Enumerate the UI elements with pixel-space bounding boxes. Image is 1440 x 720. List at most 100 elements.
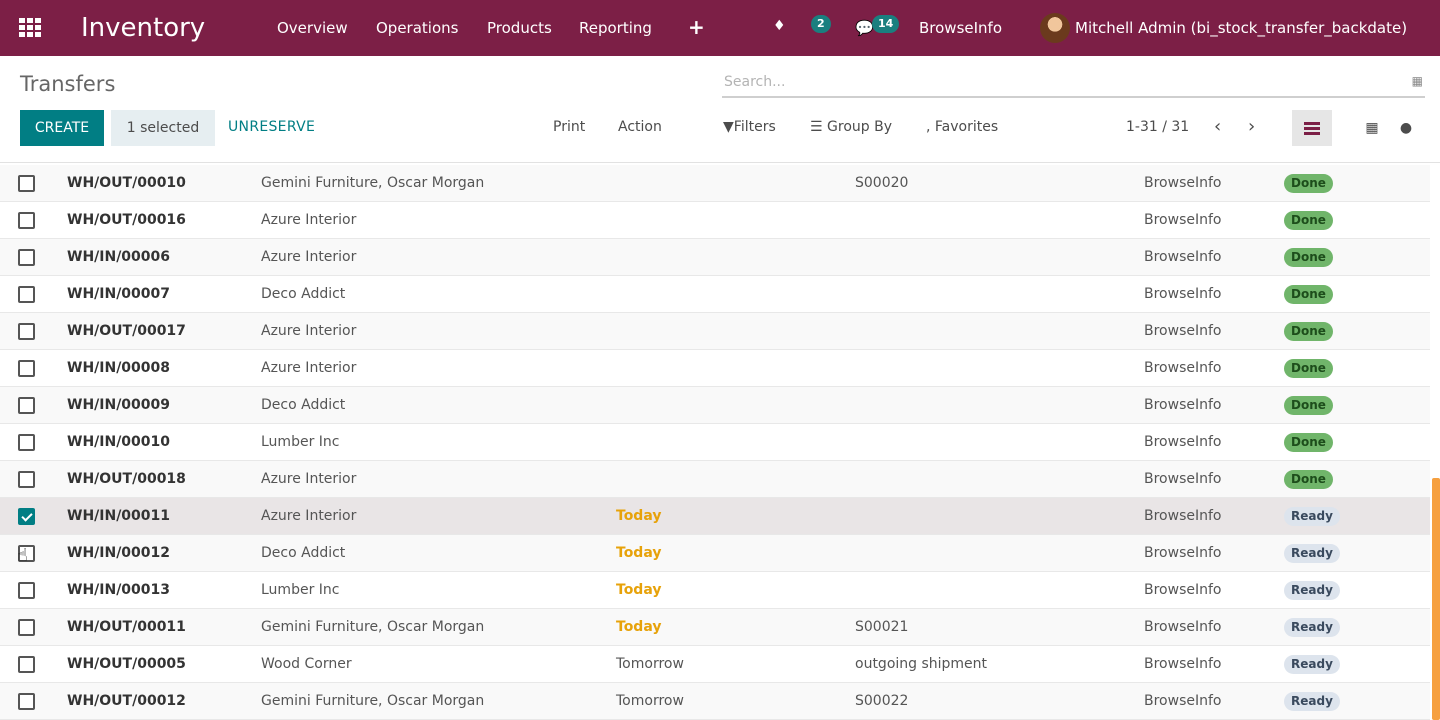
filters-dropdown[interactable]: ▼Filters	[723, 119, 776, 135]
table-row[interactable]: WH/IN/00006 Azure Interior BrowseInfo Done	[0, 239, 1430, 276]
row-checkbox[interactable]	[18, 286, 35, 303]
menu-reporting[interactable]: Reporting	[579, 19, 652, 37]
status-badge: Done	[1284, 359, 1333, 378]
table-row[interactable]: WH/IN/00008 Azure Interior BrowseInfo Done	[0, 350, 1430, 387]
reference-cell: WH/OUT/00016	[67, 212, 186, 228]
selection-counter: 1 selected	[111, 110, 215, 146]
table-row[interactable]: WH/OUT/00017 Azure Interior BrowseInfo Done	[0, 313, 1430, 350]
avatar[interactable]	[1040, 13, 1070, 43]
reference-cell: WH/OUT/00012	[67, 693, 186, 709]
status-badge: Ready	[1284, 692, 1340, 711]
calendar-icon: ▦	[1365, 120, 1379, 136]
contact-cell: Deco Addict	[261, 397, 346, 413]
app-menu-icon[interactable]	[19, 18, 41, 38]
menu-products[interactable]: Products	[487, 19, 552, 37]
search-options-icon[interactable]: ▦	[1412, 74, 1423, 88]
reference-cell: WH/IN/00010	[67, 434, 171, 450]
row-checkbox[interactable]	[18, 656, 35, 673]
status-badge: Done	[1284, 470, 1333, 489]
search-input[interactable]	[724, 72, 1364, 92]
row-checkbox[interactable]	[18, 360, 35, 377]
table-row[interactable]: WH/IN/00010 Lumber Inc BrowseInfo Done	[0, 424, 1430, 461]
mouse-cursor-icon: ☝	[17, 545, 28, 566]
unreserve-button[interactable]: UNRESERVE	[228, 119, 315, 135]
contact-cell: Lumber Inc	[261, 434, 340, 450]
contact-cell: Deco Addict	[261, 286, 346, 302]
activity-counter-badge[interactable]: 2	[811, 15, 831, 33]
contact-cell: Lumber Inc	[261, 582, 340, 598]
row-checkbox[interactable]	[18, 323, 35, 340]
table-row[interactable]: WH/OUT/00011 Gemini Furniture, Oscar Morg…	[0, 609, 1430, 646]
status-badge: Ready	[1284, 581, 1340, 600]
reference-cell: WH/OUT/00005	[67, 656, 186, 672]
status-badge: Done	[1284, 174, 1333, 193]
company-switcher[interactable]: BrowseInfo	[919, 19, 1002, 37]
table-row[interactable]: WH/IN/00009 Deco Addict BrowseInfo Done	[0, 387, 1430, 424]
table-row[interactable]: WH/IN/00007 Deco Addict BrowseInfo Done	[0, 276, 1430, 313]
table-row[interactable]: WH/OUT/00016 Azure Interior BrowseInfo Done	[0, 202, 1430, 239]
row-checkbox[interactable]	[18, 582, 35, 599]
reference-cell: WH/IN/00008	[67, 360, 171, 376]
source-document-cell: outgoing shipment	[855, 656, 988, 672]
row-checkbox[interactable]	[18, 434, 35, 451]
row-checkbox[interactable]	[18, 175, 35, 192]
contact-cell: Gemini Furniture, Oscar Morgan	[261, 619, 485, 635]
table-row[interactable]: WH/IN/00012 Deco Addict Today BrowseInfo Rea…	[0, 535, 1430, 572]
groupby-icon: ☰	[810, 119, 828, 135]
filters-label: Filters	[733, 119, 776, 135]
row-checkbox[interactable]	[18, 471, 35, 488]
bug-icon[interactable]: ♦	[773, 18, 786, 34]
status-badge: Ready	[1284, 618, 1340, 637]
row-checkbox[interactable]	[18, 693, 35, 710]
menu-operations[interactable]: Operations	[376, 19, 458, 37]
table-row[interactable]: WH/IN/00013 Lumber Inc Today BrowseInfo Read…	[0, 572, 1430, 609]
row-checkbox[interactable]	[18, 249, 35, 266]
print-dropdown[interactable]: Print	[553, 119, 585, 135]
table-row[interactable]: WH/IN/00011 Azure Interior Today BrowseInfo…	[0, 498, 1430, 535]
company-cell: BrowseInfo	[1144, 545, 1222, 561]
contact-cell: Gemini Furniture, Oscar Morgan	[261, 175, 485, 191]
app-name[interactable]: Inventory	[81, 13, 205, 43]
reference-cell: WH/IN/00011	[67, 508, 171, 524]
action-dropdown[interactable]: Action	[618, 119, 662, 135]
status-badge: Ready	[1284, 655, 1340, 674]
company-cell: BrowseInfo	[1144, 175, 1222, 191]
reference-cell: WH/IN/00013	[67, 582, 171, 598]
status-badge: Done	[1284, 396, 1333, 415]
favorites-dropdown[interactable]: , Favorites	[926, 119, 998, 135]
groupby-label: Group By	[827, 119, 892, 135]
table-row[interactable]: WH/OUT/00018 Azure Interior BrowseInfo Done	[0, 461, 1430, 498]
row-checkbox[interactable]	[18, 397, 35, 414]
company-cell: BrowseInfo	[1144, 471, 1222, 487]
search-bar: ▦	[722, 68, 1425, 98]
reference-cell: WH/OUT/00017	[67, 323, 186, 339]
pager-previous-icon[interactable]: ‹	[1214, 116, 1221, 137]
map-view-button[interactable]: ●	[1386, 110, 1426, 146]
list-view-button[interactable]	[1292, 110, 1332, 146]
table-row[interactable]: WH/OUT/00012 Gemini Furniture, Oscar Morg…	[0, 683, 1430, 720]
row-checkbox[interactable]	[18, 212, 35, 229]
status-badge: Done	[1284, 322, 1333, 341]
company-cell: BrowseInfo	[1144, 656, 1222, 672]
row-checkbox[interactable]	[18, 619, 35, 636]
scrollbar[interactable]	[1432, 478, 1440, 720]
table-row[interactable]: WH/OUT/00010 Gemini Furniture, Oscar Morg…	[0, 165, 1430, 202]
chat-icon[interactable]: 💬	[855, 19, 874, 37]
pager-value[interactable]: 1-31 / 31	[1126, 119, 1189, 135]
company-cell: BrowseInfo	[1144, 508, 1222, 524]
groupby-dropdown[interactable]: ☰ Group By	[810, 119, 892, 135]
menu-plus-icon[interactable]: +	[688, 15, 705, 39]
create-button[interactable]: CREATE	[20, 110, 104, 146]
row-checkbox[interactable]	[18, 508, 35, 525]
company-cell: BrowseInfo	[1144, 360, 1222, 376]
company-cell: BrowseInfo	[1144, 434, 1222, 450]
menu-overview[interactable]: Overview	[277, 19, 348, 37]
user-menu[interactable]: Mitchell Admin (bi_stock_transfer_backda…	[1075, 19, 1407, 37]
source-document-cell: S00020	[855, 175, 909, 191]
pager-next-icon[interactable]: ›	[1248, 116, 1255, 137]
table-row[interactable]: WH/OUT/00005 Wood Corner Tomorrow outgoing …	[0, 646, 1430, 683]
company-cell: BrowseInfo	[1144, 286, 1222, 302]
company-cell: BrowseInfo	[1144, 397, 1222, 413]
message-counter-badge[interactable]: 14	[872, 15, 900, 33]
contact-cell: Deco Addict	[261, 545, 346, 561]
